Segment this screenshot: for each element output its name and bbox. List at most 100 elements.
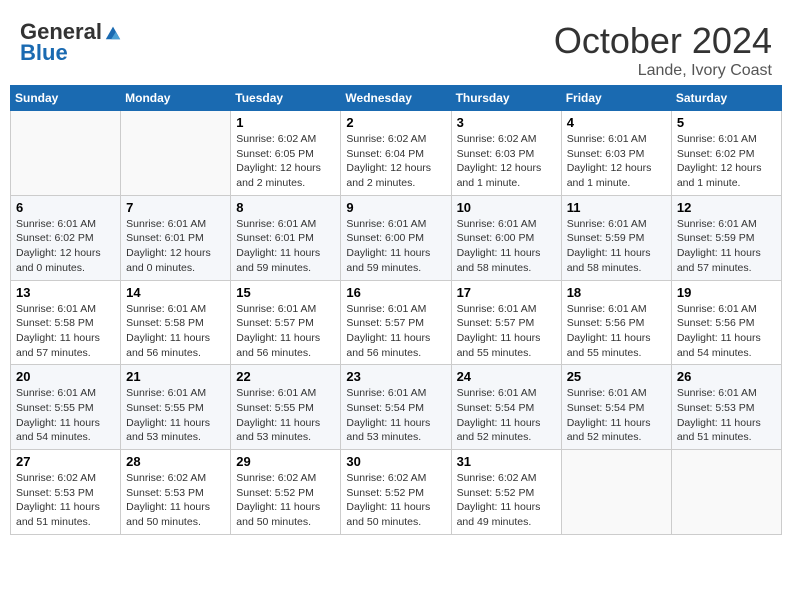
day-info: Sunrise: 6:01 AMSunset: 6:00 PMDaylight:…: [457, 217, 556, 276]
day-info: Sunrise: 6:01 AMSunset: 5:56 PMDaylight:…: [677, 302, 776, 361]
calendar-cell: 26 Sunrise: 6:01 AMSunset: 5:53 PMDayligh…: [671, 365, 781, 450]
page-header: General Blue October 2024 Lande, Ivory C…: [10, 10, 782, 85]
day-info: Sunrise: 6:01 AMSunset: 5:55 PMDaylight:…: [16, 386, 115, 445]
day-info: Sunrise: 6:01 AMSunset: 6:02 PMDaylight:…: [16, 217, 115, 276]
day-info: Sunrise: 6:02 AMSunset: 5:52 PMDaylight:…: [457, 471, 556, 530]
day-number: 9: [346, 200, 445, 215]
calendar-cell: 9 Sunrise: 6:01 AMSunset: 6:00 PMDaylight…: [341, 195, 451, 280]
day-number: 2: [346, 115, 445, 130]
day-number: 7: [126, 200, 225, 215]
month-title: October 2024: [554, 20, 772, 62]
calendar-cell: 27 Sunrise: 6:02 AMSunset: 5:53 PMDayligh…: [11, 450, 121, 535]
calendar-cell: [121, 111, 231, 196]
day-info: Sunrise: 6:02 AMSunset: 5:53 PMDaylight:…: [16, 471, 115, 530]
day-number: 22: [236, 369, 335, 384]
day-info: Sunrise: 6:01 AMSunset: 6:00 PMDaylight:…: [346, 217, 445, 276]
day-number: 24: [457, 369, 556, 384]
day-info: Sunrise: 6:01 AMSunset: 5:58 PMDaylight:…: [16, 302, 115, 361]
calendar-cell: 4 Sunrise: 6:01 AMSunset: 6:03 PMDaylight…: [561, 111, 671, 196]
day-info: Sunrise: 6:02 AMSunset: 6:04 PMDaylight:…: [346, 132, 445, 191]
location-title: Lande, Ivory Coast: [554, 62, 772, 80]
weekday-header: Saturday: [671, 86, 781, 111]
day-number: 5: [677, 115, 776, 130]
calendar-cell: 5 Sunrise: 6:01 AMSunset: 6:02 PMDaylight…: [671, 111, 781, 196]
weekday-header: Sunday: [11, 86, 121, 111]
calendar-cell: 14 Sunrise: 6:01 AMSunset: 5:58 PMDayligh…: [121, 280, 231, 365]
calendar-cell: 15 Sunrise: 6:01 AMSunset: 5:57 PMDayligh…: [231, 280, 341, 365]
calendar-cell: 6 Sunrise: 6:01 AMSunset: 6:02 PMDaylight…: [11, 195, 121, 280]
day-number: 10: [457, 200, 556, 215]
calendar-week-row: 27 Sunrise: 6:02 AMSunset: 5:53 PMDayligh…: [11, 450, 782, 535]
day-info: Sunrise: 6:01 AMSunset: 5:57 PMDaylight:…: [346, 302, 445, 361]
day-number: 27: [16, 454, 115, 469]
day-number: 29: [236, 454, 335, 469]
calendar-cell: 16 Sunrise: 6:01 AMSunset: 5:57 PMDayligh…: [341, 280, 451, 365]
day-info: Sunrise: 6:01 AMSunset: 5:55 PMDaylight:…: [126, 386, 225, 445]
day-info: Sunrise: 6:01 AMSunset: 5:58 PMDaylight:…: [126, 302, 225, 361]
calendar-cell: 1 Sunrise: 6:02 AMSunset: 6:05 PMDaylight…: [231, 111, 341, 196]
weekday-header: Friday: [561, 86, 671, 111]
day-number: 20: [16, 369, 115, 384]
day-info: Sunrise: 6:01 AMSunset: 6:01 PMDaylight:…: [126, 217, 225, 276]
day-info: Sunrise: 6:02 AMSunset: 6:05 PMDaylight:…: [236, 132, 335, 191]
day-number: 12: [677, 200, 776, 215]
day-info: Sunrise: 6:01 AMSunset: 5:54 PMDaylight:…: [457, 386, 556, 445]
day-number: 6: [16, 200, 115, 215]
day-info: Sunrise: 6:01 AMSunset: 6:03 PMDaylight:…: [567, 132, 666, 191]
weekday-header: Monday: [121, 86, 231, 111]
calendar-cell: [11, 111, 121, 196]
day-info: Sunrise: 6:02 AMSunset: 5:52 PMDaylight:…: [236, 471, 335, 530]
day-info: Sunrise: 6:01 AMSunset: 5:56 PMDaylight:…: [567, 302, 666, 361]
weekday-header: Wednesday: [341, 86, 451, 111]
calendar-week-row: 20 Sunrise: 6:01 AMSunset: 5:55 PMDayligh…: [11, 365, 782, 450]
day-info: Sunrise: 6:01 AMSunset: 5:54 PMDaylight:…: [567, 386, 666, 445]
day-number: 14: [126, 285, 225, 300]
calendar-cell: 23Sunrise: 6:01 AMSunset: 5:54 PMDayligh…: [341, 365, 451, 450]
day-number: 30: [346, 454, 445, 469]
calendar-week-row: 13Sunrise: 6:01 AMSunset: 5:58 PMDayligh…: [11, 280, 782, 365]
day-info: Sunrise: 6:01 AMSunset: 5:55 PMDaylight:…: [236, 386, 335, 445]
day-info: Sunrise: 6:01 AMSunset: 5:57 PMDaylight:…: [457, 302, 556, 361]
day-number: 16: [346, 285, 445, 300]
calendar-cell: 21Sunrise: 6:01 AMSunset: 5:55 PMDayligh…: [121, 365, 231, 450]
calendar-cell: 18 Sunrise: 6:01 AMSunset: 5:56 PMDayligh…: [561, 280, 671, 365]
weekday-header: Thursday: [451, 86, 561, 111]
calendar-cell: 2 Sunrise: 6:02 AMSunset: 6:04 PMDaylight…: [341, 111, 451, 196]
day-info: Sunrise: 6:01 AMSunset: 5:59 PMDaylight:…: [677, 217, 776, 276]
day-number: 3: [457, 115, 556, 130]
day-info: Sunrise: 6:02 AMSunset: 6:03 PMDaylight:…: [457, 132, 556, 191]
calendar-cell: 13Sunrise: 6:01 AMSunset: 5:58 PMDayligh…: [11, 280, 121, 365]
day-number: 15: [236, 285, 335, 300]
day-number: 4: [567, 115, 666, 130]
calendar-table: SundayMondayTuesdayWednesdayThursdayFrid…: [10, 85, 782, 535]
day-number: 1: [236, 115, 335, 130]
logo: General Blue: [20, 20, 122, 66]
calendar-cell: 12 Sunrise: 6:01 AMSunset: 5:59 PMDayligh…: [671, 195, 781, 280]
day-number: 28: [126, 454, 225, 469]
title-block: October 2024 Lande, Ivory Coast: [554, 20, 772, 80]
calendar-cell: 30Sunrise: 6:02 AMSunset: 5:52 PMDayligh…: [341, 450, 451, 535]
day-info: Sunrise: 6:01 AMSunset: 6:02 PMDaylight:…: [677, 132, 776, 191]
calendar-week-row: 1 Sunrise: 6:02 AMSunset: 6:05 PMDaylight…: [11, 111, 782, 196]
day-number: 18: [567, 285, 666, 300]
day-info: Sunrise: 6:01 AMSunset: 5:53 PMDaylight:…: [677, 386, 776, 445]
weekday-header-row: SundayMondayTuesdayWednesdayThursdayFrid…: [11, 86, 782, 111]
day-info: Sunrise: 6:02 AMSunset: 5:53 PMDaylight:…: [126, 471, 225, 530]
day-number: 31: [457, 454, 556, 469]
day-number: 17: [457, 285, 556, 300]
calendar-cell: 29 Sunrise: 6:02 AMSunset: 5:52 PMDayligh…: [231, 450, 341, 535]
day-number: 25: [567, 369, 666, 384]
calendar-cell: 10 Sunrise: 6:01 AMSunset: 6:00 PMDayligh…: [451, 195, 561, 280]
day-number: 8: [236, 200, 335, 215]
calendar-cell: 28 Sunrise: 6:02 AMSunset: 5:53 PMDayligh…: [121, 450, 231, 535]
day-info: Sunrise: 6:01 AMSunset: 5:54 PMDaylight:…: [346, 386, 445, 445]
calendar-cell: 11Sunrise: 6:01 AMSunset: 5:59 PMDayligh…: [561, 195, 671, 280]
day-number: 26: [677, 369, 776, 384]
calendar-cell: 19Sunrise: 6:01 AMSunset: 5:56 PMDayligh…: [671, 280, 781, 365]
calendar-cell: 17 Sunrise: 6:01 AMSunset: 5:57 PMDayligh…: [451, 280, 561, 365]
day-number: 11: [567, 200, 666, 215]
calendar-cell: 8Sunrise: 6:01 AMSunset: 6:01 PMDaylight…: [231, 195, 341, 280]
calendar-cell: 31 Sunrise: 6:02 AMSunset: 5:52 PMDayligh…: [451, 450, 561, 535]
calendar-cell: 7 Sunrise: 6:01 AMSunset: 6:01 PMDaylight…: [121, 195, 231, 280]
day-info: Sunrise: 6:01 AMSunset: 5:57 PMDaylight:…: [236, 302, 335, 361]
